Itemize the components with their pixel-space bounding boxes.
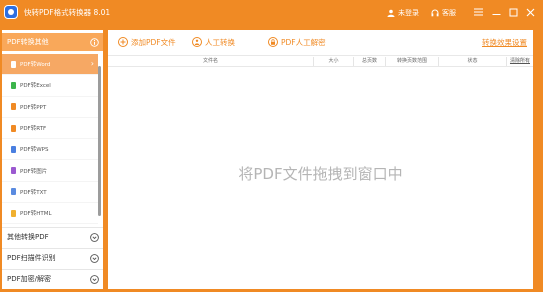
chevron-down-icon bbox=[90, 274, 99, 284]
sidebar-item-pdf-to-excel[interactable]: PDF转Excel bbox=[2, 75, 98, 97]
help-label: 客服 bbox=[442, 9, 456, 17]
chevron-down-icon bbox=[90, 253, 99, 263]
section-pdf-encrypt-decrypt[interactable]: PDF加密/解密 bbox=[2, 270, 103, 288]
file-table-header: 文件名 大小 总页数 转换页数范围 状态 清除所有 bbox=[108, 55, 533, 67]
document-icon bbox=[11, 60, 16, 68]
person-icon bbox=[192, 37, 202, 47]
section-label: PDF扫描件识别 bbox=[7, 254, 56, 262]
column-header-filename: 文件名 bbox=[202, 58, 218, 64]
user-icon bbox=[387, 9, 395, 17]
manual-decrypt-button[interactable]: PDF人工解密 bbox=[268, 35, 326, 49]
section-label: PDF加密/解密 bbox=[7, 275, 51, 283]
document-icon bbox=[11, 103, 16, 111]
sidebar-item-label: PDF转RTF bbox=[20, 126, 47, 133]
document-icon bbox=[11, 167, 16, 175]
column-header-size: 大小 bbox=[313, 57, 353, 66]
sidebar-item-pdf-to-txt[interactable]: PDF转TXT bbox=[2, 182, 98, 204]
sidebar-item-pdf-to-image[interactable]: PDF转图片 bbox=[2, 160, 98, 182]
sidebar-item-label: PDF转WPS bbox=[20, 147, 49, 154]
app-logo-icon bbox=[4, 5, 18, 19]
main-panel: 添加PDF文件 人工转换 PDF人工解密 转换效果设置 文件名 大小 总页数 转… bbox=[108, 30, 533, 289]
app-title: 快转PDF格式转换器 8.01 bbox=[24, 8, 111, 17]
menu-button[interactable] bbox=[472, 6, 484, 18]
document-icon bbox=[11, 145, 16, 153]
add-pdf-file-label: 添加PDF文件 bbox=[131, 37, 176, 47]
sidebar-item-pdf-to-rtf[interactable]: PDF转RTF bbox=[2, 118, 98, 140]
column-header-pages: 总页数 bbox=[353, 57, 385, 66]
conversion-settings-link[interactable]: 转换效果设置 bbox=[482, 37, 527, 48]
sidebar-item-label: PDF转HTML bbox=[20, 211, 52, 218]
minimize-button[interactable] bbox=[490, 6, 502, 18]
menu-icon bbox=[473, 8, 483, 16]
document-icon bbox=[11, 188, 16, 196]
maximize-icon bbox=[509, 8, 517, 16]
sidebar-item-label: PDF转PPT bbox=[20, 104, 47, 111]
info-icon bbox=[90, 37, 99, 47]
document-icon bbox=[11, 209, 16, 217]
section-label: PDF转换其他 bbox=[7, 38, 49, 46]
chevron-down-icon bbox=[90, 232, 99, 242]
maximize-button[interactable] bbox=[507, 6, 519, 18]
help-button[interactable]: 客服 bbox=[431, 6, 456, 20]
document-icon bbox=[11, 81, 16, 89]
drop-zone-hint[interactable]: 将PDF文件拖拽到窗口中 bbox=[108, 163, 533, 184]
login-label: 未登录 bbox=[398, 9, 419, 17]
sidebar-item-pdf-to-html[interactable]: PDF转HTML bbox=[2, 203, 98, 225]
sidebar-item-label: PDF转Excel bbox=[20, 83, 51, 90]
sidebar-scrollbar[interactable] bbox=[98, 66, 101, 216]
manual-decrypt-label: PDF人工解密 bbox=[281, 37, 326, 47]
clear-all-button[interactable]: 清除所有 bbox=[506, 57, 533, 66]
minimize-icon bbox=[492, 14, 500, 15]
headset-icon bbox=[431, 9, 439, 17]
sidebar-item-pdf-to-wps[interactable]: PDF转WPS bbox=[2, 139, 98, 161]
manual-convert-button[interactable]: 人工转换 bbox=[192, 35, 235, 49]
column-header-status: 状态 bbox=[438, 57, 506, 66]
sidebar-item-label: PDF转Word bbox=[20, 62, 51, 69]
plus-icon bbox=[118, 37, 128, 47]
chevron-right-icon: › bbox=[90, 59, 94, 68]
section-other-to-pdf[interactable]: 其他转换PDF bbox=[2, 228, 103, 246]
section-pdf-scan-ocr[interactable]: PDF扫描件识别 bbox=[2, 249, 103, 267]
sidebar-item-pdf-to-word[interactable]: PDF转Word › bbox=[2, 54, 98, 76]
section-label: 其他转换PDF bbox=[7, 233, 49, 241]
login-button[interactable]: 未登录 bbox=[387, 6, 419, 20]
conversion-list: PDF转Word › PDF转Excel PDF转PPT PDF转RTF PDF… bbox=[2, 54, 98, 225]
manual-convert-label: 人工转换 bbox=[205, 37, 235, 47]
lock-icon bbox=[268, 37, 278, 47]
sidebar-item-pdf-to-ppt[interactable]: PDF转PPT bbox=[2, 97, 98, 118]
sidebar-item-label: PDF转TXT bbox=[20, 189, 47, 196]
document-icon bbox=[11, 124, 16, 132]
section-pdf-to-other[interactable]: PDF转换其他 bbox=[2, 33, 103, 51]
add-pdf-file-button[interactable]: 添加PDF文件 bbox=[118, 35, 176, 49]
sidebar: PDF转换其他 PDF转Word › PDF转Excel PDF转PPT PDF… bbox=[2, 30, 103, 289]
column-header-page-range: 转换页数范围 bbox=[385, 57, 438, 66]
close-icon bbox=[526, 8, 534, 16]
close-button[interactable] bbox=[524, 6, 536, 18]
title-bar: 快转PDF格式转换器 8.01 未登录 客服 bbox=[0, 0, 543, 27]
sidebar-item-label: PDF转图片 bbox=[20, 168, 48, 175]
